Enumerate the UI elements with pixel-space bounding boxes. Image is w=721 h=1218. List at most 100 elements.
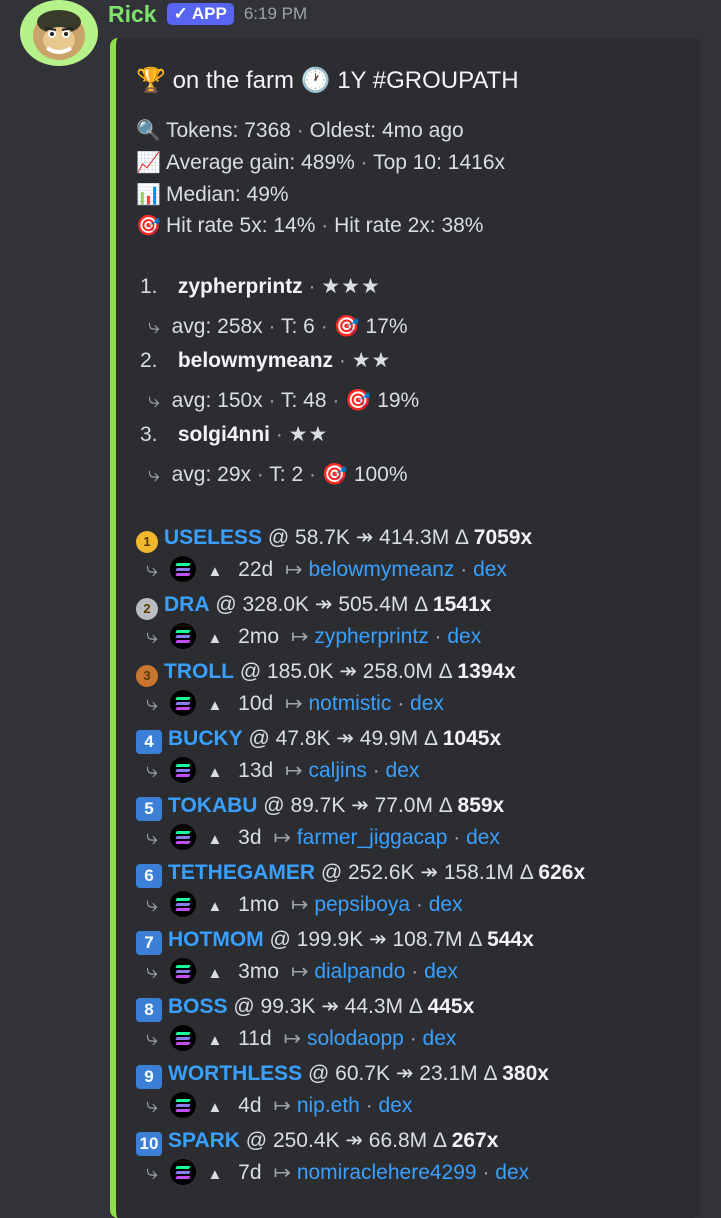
reply-arrow-icon: ⤷ [146,1094,158,1117]
token-link[interactable]: USELESS [164,526,262,549]
dex-link[interactable]: dex [495,1161,529,1184]
token-link[interactable]: TROLL [164,660,234,683]
token-detail: ⤷ ▲ 10d ↦ notmistic · dex [146,690,444,716]
median-stat: Median: 49% [166,183,289,206]
token-link[interactable]: BUCKY [168,727,243,750]
token-multiplier: 7059x [473,526,533,549]
token-link[interactable]: BOSS [168,995,228,1018]
token-age: 4d [238,1094,262,1117]
dex-link[interactable]: dex [447,625,481,648]
embed-title: 🏆 on the farm 🕐 1Y #GROUPATH [136,66,519,95]
caller-link[interactable]: belowmymeanz [309,558,455,581]
monkey-avatar-icon [33,10,85,60]
caller-link[interactable]: nip.eth [297,1094,360,1117]
medal-icon: 1 [136,531,158,553]
caller-link[interactable]: caljins [309,759,367,782]
solana-icon [169,690,196,716]
dex-link[interactable]: dex [410,692,444,715]
token-detail: ⤷ ▲ 7d ↦ nomiraclehere4299 · dex [146,1159,530,1185]
triangle-up-icon: ▲ [207,1099,223,1116]
bar-chart-icon: 📊 [136,184,161,206]
dex-link[interactable]: dex [466,826,500,849]
token-multiplier: 859x [457,794,505,817]
top10-stat: Top 10: 1416x [373,151,505,174]
dex-link[interactable]: dex [473,558,507,581]
token-link[interactable]: SPARK [168,1129,240,1152]
dex-link[interactable]: dex [379,1094,413,1117]
dex-link[interactable]: dex [429,893,463,916]
triangle-up-icon: ▲ [207,764,223,781]
token-range: @ 185.0K ↠ 258.0M Δ [239,660,452,683]
token-multiplier: 1045x [442,727,502,750]
leader-count: T: 2 [269,463,304,486]
dex-link[interactable]: dex [424,960,458,983]
caller-link[interactable]: pepsiboya [314,893,410,916]
token-detail: ⤷ ▲ 3d ↦ farmer_jiggacap · dex [146,824,500,850]
leader-hit: 17% [365,315,408,338]
timestamp[interactable]: 6:19 PM [244,4,307,24]
check-icon: ✓ [173,4,188,23]
caller-link[interactable]: dialpando [314,960,405,983]
token-age: 11d [238,1027,272,1050]
leader-detail: ⤷ avg: 150x · T: 48 · 🎯 19% [148,389,420,412]
leader-row: 3. solgi4nni · ★★ [140,423,329,446]
username[interactable]: Rick [108,1,157,28]
avatar[interactable] [20,0,98,66]
token-age: 1mo [238,893,280,916]
dex-link[interactable]: dex [386,759,420,782]
leader-rank: 3. [140,423,158,446]
stats-line-gain: 📈 Average gain: 489% · Top 10: 1416x [136,151,505,174]
caller-link[interactable]: farmer_jiggacap [297,826,448,849]
token-row: 6 TETHEGAMER @ 252.6K ↠ 158.1M Δ 626x [136,860,585,888]
token-link[interactable]: HOTMOM [168,928,264,951]
token-range: @ 99.3K ↠ 44.3M Δ [233,995,422,1018]
solana-icon [169,824,196,850]
reply-arrow-icon: ⤷ [146,625,158,648]
reply-arrow-icon: ⤷ [148,315,160,338]
token-range: @ 328.0K ↠ 505.4M Δ [215,593,428,616]
token-age: 3d [238,826,262,849]
triangle-up-icon: ▲ [207,1166,223,1183]
token-multiplier: 445x [427,995,475,1018]
reply-arrow-icon: ⤷ [146,1161,158,1184]
caller-link[interactable]: notmistic [309,692,392,715]
reply-arrow-icon: ⤷ [146,759,158,782]
leader-name: zypherprintz [177,275,303,298]
app-badge-label: APP [191,4,227,23]
token-link[interactable]: TETHEGAMER [168,861,315,884]
caller-link[interactable]: nomiraclehere4299 [297,1161,477,1184]
token-range: @ 250.4K ↠ 66.8M Δ [245,1129,446,1152]
clock-icon: 🕐 [300,67,331,94]
leader-detail: ⤷ avg: 29x · T: 2 · 🎯 100% [148,463,408,486]
solana-icon [169,623,196,649]
hit2-stat: Hit rate 2x: 38% [334,214,484,237]
caller-link[interactable]: zypherprintz [314,625,428,648]
leader-name: solgi4nni [177,423,271,446]
title-suffix: 1Y #GROUPATH [337,67,519,94]
token-row: 3 TROLL @ 185.0K ↠ 258.0M Δ 1394x [136,659,516,687]
star-rating: ★★ [288,423,329,446]
token-detail: ⤷ ▲ 2mo ↦ zypherprintz · dex [146,623,482,649]
token-multiplier: 626x [538,861,586,884]
triangle-up-icon: ▲ [207,831,223,848]
leader-hit: 19% [377,389,420,412]
token-link[interactable]: WORTHLESS [168,1062,302,1085]
token-link[interactable]: DRA [164,593,210,616]
token-row: 7 HOTMOM @ 199.9K ↠ 108.7M Δ 544x [136,927,534,955]
token-detail: ⤷ ▲ 13d ↦ caljins · dex [146,757,420,783]
dex-link[interactable]: dex [423,1027,457,1050]
oldest-stat: Oldest: 4mo ago [309,119,464,142]
caller-link[interactable]: solodaopp [307,1027,404,1050]
token-link[interactable]: TOKABU [168,794,257,817]
target-icon: 🎯 [333,315,360,338]
token-multiplier: 1394x [457,660,516,683]
token-multiplier: 267x [451,1129,499,1152]
embed: 🏆 on the farm 🕐 1Y #GROUPATH 🔍 Tokens: 73… [110,38,700,1218]
token-detail: ⤷ ▲ 3mo ↦ dialpando · dex [146,958,458,984]
token-multiplier: 1541x [432,593,492,616]
stats-line-hitrate: 🎯 Hit rate 5x: 14% · Hit rate 2x: 38% [136,214,484,237]
token-row: 4 BUCKY @ 47.8K ↠ 49.9M Δ 1045x [136,726,501,754]
token-age: 3mo [238,960,280,983]
token-range: @ 58.7K ↠ 414.3M Δ [267,526,468,549]
number-badge-icon: 10 [136,1132,162,1156]
